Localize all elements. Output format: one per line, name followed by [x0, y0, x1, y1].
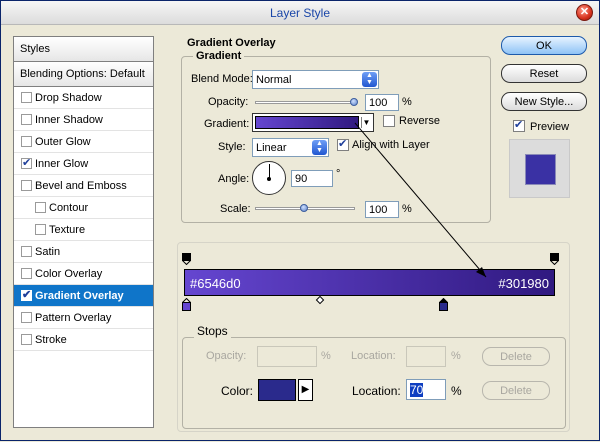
- annotation-arrow: [354, 122, 487, 278]
- layer-style-dialog: Layer Style ✕ Styles Blending Options: D…: [0, 0, 600, 441]
